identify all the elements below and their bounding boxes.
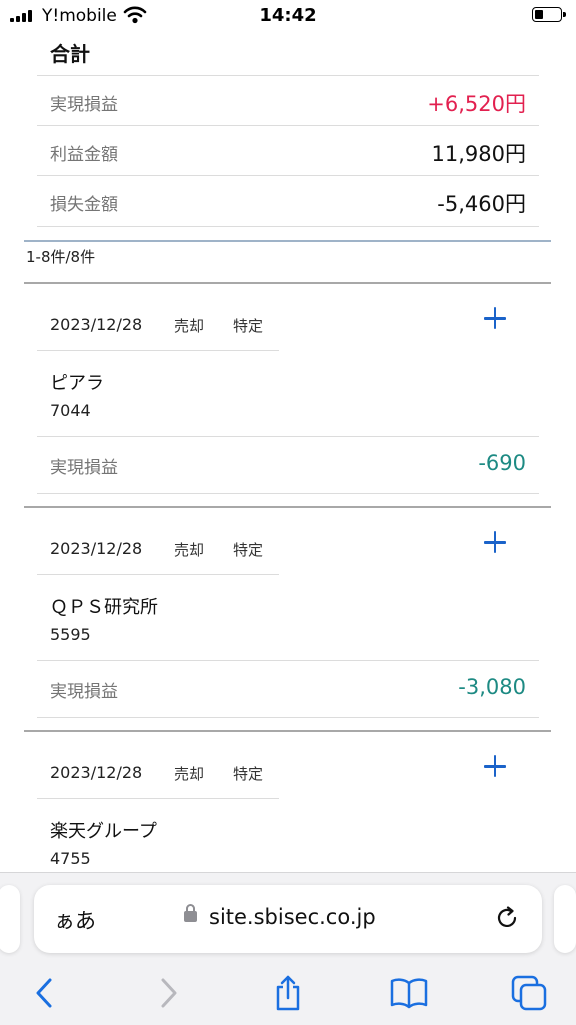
back-button[interactable] — [22, 971, 66, 1015]
back-icon — [36, 978, 52, 1008]
reload-icon[interactable] — [494, 905, 520, 931]
pl-label: 実現損益 — [50, 458, 118, 478]
bookmarks-icon — [390, 978, 428, 1009]
divider — [37, 574, 279, 575]
lock-icon — [184, 904, 197, 922]
summary-value: -5,460円 — [437, 192, 526, 216]
trade-date: 2023/12/28 — [50, 763, 143, 782]
trade-type: 売却 — [174, 541, 205, 559]
expand-plus-icon[interactable] — [482, 305, 508, 331]
realized-pl-row: 実現損益 -3,080 — [37, 660, 539, 718]
realized-pl-row: 実現損益 -690 — [37, 436, 539, 494]
summary-value: +6,520円 — [427, 92, 526, 116]
bookmarks-button[interactable] — [387, 971, 431, 1015]
divider — [37, 350, 279, 351]
stock-name: 楽天グループ — [50, 821, 157, 842]
tabs-icon — [511, 975, 547, 1011]
expand-plus-icon[interactable] — [482, 753, 508, 779]
trade-card: 2023/12/28 売却 特定 ＱＰＳ研究所 5595 実現損益 -3,080 — [0, 507, 576, 731]
summary-value: 11,980円 — [431, 142, 526, 166]
status-bar: Y!mobile 14:42 — [0, 0, 576, 32]
summary-label: 損失金額 — [50, 195, 118, 215]
account-type: 特定 — [233, 317, 264, 335]
trade-date: 2023/12/28 — [50, 315, 143, 334]
battery-icon — [532, 7, 566, 22]
url-text[interactable]: site.sbisec.co.jp — [209, 905, 376, 929]
summary-row-profit: 利益金額 11,980円 — [37, 125, 539, 176]
next-tab-peek[interactable] — [554, 885, 576, 953]
pl-value: -3,080 — [458, 675, 526, 699]
summary-title: 合計 — [50, 42, 90, 66]
text-size-button[interactable]: ぁあ — [54, 905, 96, 935]
share-icon — [276, 975, 300, 1011]
share-button[interactable] — [266, 971, 310, 1015]
stock-code: 4755 — [50, 849, 91, 868]
page-content: 合計 実現損益 +6,520円 利益金額 11,980円 損失金額 -5,460… — [0, 32, 576, 872]
summary-row-loss: 損失金額 -5,460円 — [37, 175, 539, 227]
stock-name: ピアラ — [50, 373, 104, 394]
stock-code: 5595 — [50, 625, 91, 644]
trade-type: 売却 — [174, 317, 205, 335]
status-time: 14:42 — [259, 5, 317, 26]
account-type: 特定 — [233, 541, 264, 559]
trade-date: 2023/12/28 — [50, 539, 143, 558]
trade-type: 売却 — [174, 765, 205, 783]
stock-name: ＱＰＳ研究所 — [50, 597, 158, 618]
trade-card: 2023/12/28 売却 特定 ピアラ 7044 実現損益 -690 — [0, 283, 576, 507]
previous-tab-peek[interactable] — [0, 885, 20, 953]
summary-label: 利益金額 — [50, 145, 118, 165]
divider — [24, 240, 551, 242]
result-count: 1-8件/8件 — [26, 248, 96, 266]
pl-label: 実現損益 — [50, 682, 118, 702]
address-bar[interactable]: ぁあ site.sbisec.co.jp — [34, 885, 542, 953]
browser-toolbar: ぁあ site.sbisec.co.jp — [0, 872, 576, 1025]
pl-value: -690 — [478, 451, 526, 475]
summary-label: 実現損益 — [50, 95, 118, 115]
divider — [37, 798, 279, 799]
stock-code: 7044 — [50, 401, 91, 420]
expand-plus-icon[interactable] — [482, 529, 508, 555]
trade-card: 2023/12/28 売却 特定 楽天グループ 4755 — [0, 731, 576, 872]
tabs-button[interactable] — [507, 971, 551, 1015]
summary-row-realized: 実現損益 +6,520円 — [37, 75, 539, 126]
account-type: 特定 — [233, 765, 264, 783]
forward-icon — [161, 978, 177, 1008]
forward-button[interactable] — [147, 971, 191, 1015]
